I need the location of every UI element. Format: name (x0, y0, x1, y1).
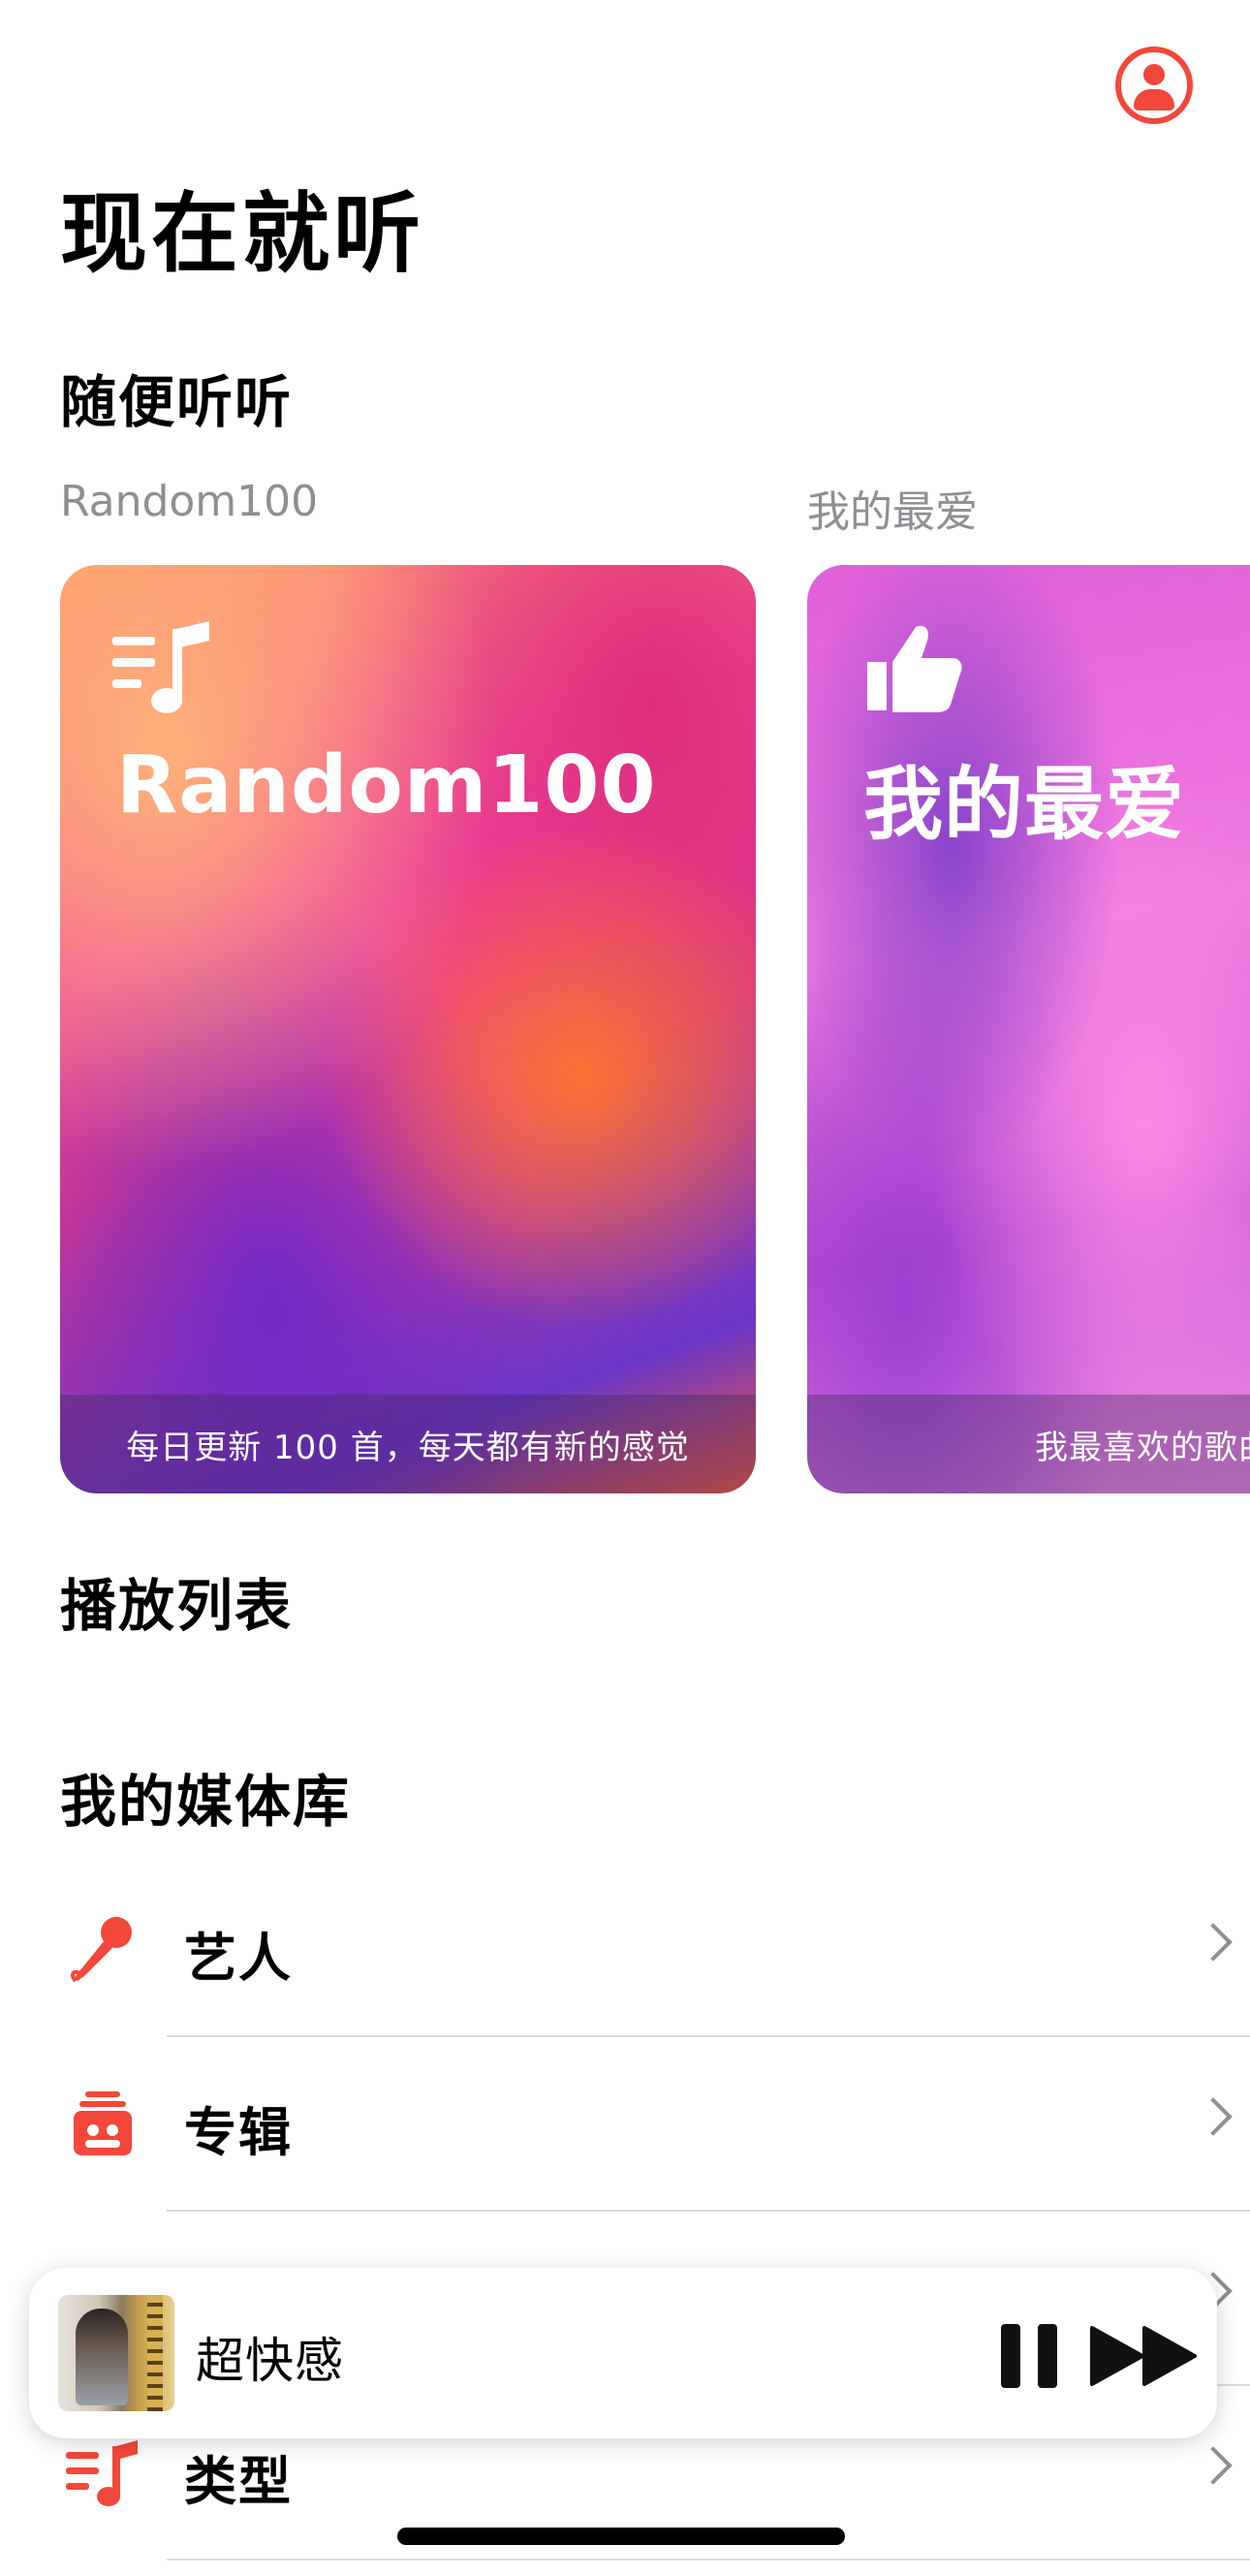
card-caption-random100: Random100 (60, 477, 319, 526)
library-item-artists[interactable]: 艺人 (0, 1863, 1250, 2037)
album-artwork-figure (76, 2309, 128, 2405)
page-title: 现在就听 (60, 183, 424, 285)
album-stack-icon (74, 2091, 132, 2155)
card-title: 我的最爱 (863, 759, 1186, 851)
card-footer: 每日更新 100 首，每天都有新的感觉 (60, 1395, 756, 1493)
microphone-icon (71, 1917, 132, 1983)
album-artwork-stripe (147, 2295, 163, 2411)
thumbs-up-icon (867, 625, 962, 712)
card-description: 每日更新 100 首，每天都有新的感觉 (126, 1428, 690, 1467)
chevron-right-icon (1194, 2446, 1233, 2485)
card-caption-favorites: 我的最爱 (807, 487, 978, 537)
section-title-library: 我的媒体库 (60, 1769, 352, 1835)
divider (167, 2559, 1250, 2560)
album-artwork[interactable] (58, 2295, 174, 2411)
library-item-label: 专辑 (184, 2102, 293, 2163)
playlist-card-favorites[interactable]: 我的最爱 我最喜欢的歌曲 (807, 565, 1250, 1493)
pause-icon (1001, 2324, 1020, 2388)
section-title-random: 随便听听 (60, 369, 294, 435)
genre-list-icon (66, 2440, 138, 2506)
music-list-icon (112, 621, 209, 713)
mini-player[interactable]: 超快感 (29, 2268, 1217, 2438)
fast-forward-button[interactable] (1090, 2324, 1199, 2388)
home-indicator[interactable] (397, 2528, 845, 2545)
pause-button[interactable] (1001, 2324, 1059, 2388)
card-description: 我最喜欢的歌曲 (1035, 1428, 1250, 1467)
chevron-right-icon (1194, 1923, 1233, 1962)
library-item-label: 艺人 (184, 1928, 293, 1989)
now-playing-title: 超快感 (196, 2333, 344, 2389)
person-circle-icon-body (1134, 89, 1174, 110)
pause-icon (1038, 2324, 1057, 2388)
card-title: Random100 (116, 739, 657, 832)
card-footer: 我最喜欢的歌曲 (807, 1395, 1250, 1493)
library-item-albums[interactable]: 专辑 (0, 2037, 1250, 2212)
chevron-right-icon (1194, 2097, 1233, 2136)
playlist-card-random100[interactable]: Random100 每日更新 100 首，每天都有新的感觉 (60, 565, 756, 1493)
library-item-label: 类型 (184, 2451, 293, 2512)
person-circle-icon (1143, 64, 1165, 85)
profile-button[interactable] (1115, 47, 1193, 124)
section-title-playlists: 播放列表 (60, 1573, 294, 1639)
